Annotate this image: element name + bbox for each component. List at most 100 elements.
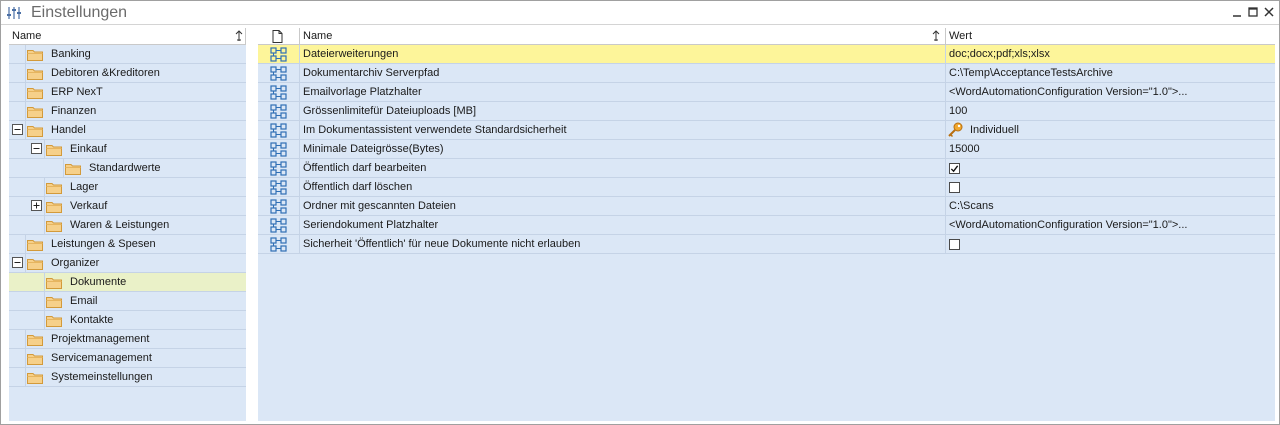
sort-icon[interactable] bbox=[932, 30, 940, 42]
tree-indent-divider bbox=[25, 368, 26, 387]
tree-item[interactable]: Waren & Leistungen bbox=[9, 216, 246, 235]
tree-item[interactable]: Debitoren &Kreditoren bbox=[9, 64, 246, 83]
tree-indent-divider bbox=[25, 121, 26, 140]
row-icon-cell bbox=[258, 235, 300, 254]
folder-icon bbox=[46, 145, 62, 156]
setting-value-cell[interactable] bbox=[946, 159, 1275, 178]
setting-checkbox[interactable] bbox=[949, 163, 960, 174]
tree-item[interactable]: Projektmanagement bbox=[9, 330, 246, 349]
minimize-icon[interactable] bbox=[1230, 5, 1244, 19]
grid-header-name[interactable]: Name bbox=[300, 28, 946, 45]
settings-row[interactable]: Emailvorlage Platzhalter <WordAutomationC… bbox=[258, 83, 1275, 102]
tree-item[interactable]: Email bbox=[9, 292, 246, 311]
settings-window: Einstellungen Name Banking Debitoren &Kre… bbox=[0, 0, 1280, 425]
setting-name-cell[interactable]: Sicherheit 'Öffentlich' für neue Dokumen… bbox=[300, 235, 946, 254]
tree-item-label: Organizer bbox=[51, 257, 100, 269]
property-icon bbox=[270, 161, 287, 176]
tree-item[interactable]: Verkauf bbox=[9, 197, 246, 216]
row-icon-cell bbox=[258, 140, 300, 159]
folder-icon bbox=[46, 297, 62, 308]
tree-item[interactable]: Einkauf bbox=[9, 140, 246, 159]
tree-item-label: Servicemanagement bbox=[51, 352, 152, 364]
setting-name: Sicherheit 'Öffentlich' für neue Dokumen… bbox=[303, 238, 581, 250]
setting-name-cell[interactable]: Ordner mit gescannten Dateien bbox=[300, 197, 946, 216]
tree-indent-divider bbox=[44, 197, 45, 216]
collapse-icon[interactable] bbox=[12, 257, 23, 268]
setting-value: C:\Scans bbox=[949, 200, 994, 212]
tree-rows: Banking Debitoren &Kreditoren ERP NexT Fina… bbox=[9, 45, 246, 387]
setting-value-cell[interactable]: Individuell bbox=[946, 121, 1275, 140]
setting-name-cell[interactable]: Emailvorlage Platzhalter bbox=[300, 83, 946, 102]
grid-header-value[interactable]: Wert bbox=[946, 28, 1275, 45]
close-icon[interactable] bbox=[1262, 5, 1276, 19]
tree-item[interactable]: Lager bbox=[9, 178, 246, 197]
setting-name: Dateierweiterungen bbox=[303, 48, 399, 60]
tree-item[interactable]: Dokumente bbox=[9, 273, 246, 292]
collapse-icon[interactable] bbox=[31, 143, 42, 154]
tree-indent-divider bbox=[25, 64, 26, 83]
setting-value-cell[interactable]: <WordAutomationConfiguration Version="1.… bbox=[946, 216, 1275, 235]
setting-name-cell[interactable]: Öffentlich darf bearbeiten bbox=[300, 159, 946, 178]
settings-row[interactable]: Minimale Dateigrösse(Bytes) 15000 bbox=[258, 140, 1275, 159]
settings-row[interactable]: Seriendokument Platzhalter <WordAutomatio… bbox=[258, 216, 1275, 235]
setting-name: Ordner mit gescannten Dateien bbox=[303, 200, 456, 212]
setting-checkbox[interactable] bbox=[949, 239, 960, 250]
tree-item[interactable]: Standardwerte bbox=[9, 159, 246, 178]
tree-item[interactable]: Handel bbox=[9, 121, 246, 140]
setting-name-cell[interactable]: Öffentlich darf löschen bbox=[300, 178, 946, 197]
setting-value: <WordAutomationConfiguration Version="1.… bbox=[949, 219, 1188, 231]
sort-icon[interactable] bbox=[235, 30, 243, 42]
setting-value-cell[interactable] bbox=[946, 235, 1275, 254]
window-title: Einstellungen bbox=[31, 4, 128, 21]
setting-name-cell[interactable]: Dateierweiterungen bbox=[300, 45, 946, 64]
setting-value-cell[interactable]: C:\Scans bbox=[946, 197, 1275, 216]
settings-row[interactable]: Grössenlimitefür Dateiuploads [MB] 100 bbox=[258, 102, 1275, 121]
settings-row[interactable]: Öffentlich darf löschen bbox=[258, 178, 1275, 197]
folder-icon bbox=[27, 88, 43, 99]
setting-checkbox[interactable] bbox=[949, 182, 960, 193]
settings-row[interactable]: Dokumentarchiv Serverpfad C:\Temp\Accepta… bbox=[258, 64, 1275, 83]
folder-icon bbox=[27, 240, 43, 251]
tree-item[interactable]: Kontakte bbox=[9, 311, 246, 330]
settings-row[interactable]: Dateierweiterungen doc;docx;pdf;xls;xlsx bbox=[258, 45, 1275, 64]
setting-value-cell[interactable]: 15000 bbox=[946, 140, 1275, 159]
tree-indent-divider bbox=[25, 83, 26, 102]
setting-value-cell[interactable]: C:\Temp\AcceptanceTestsArchive bbox=[946, 64, 1275, 83]
setting-value-cell[interactable]: <WordAutomationConfiguration Version="1.… bbox=[946, 83, 1275, 102]
folder-icon bbox=[65, 164, 81, 175]
tree-indent-divider bbox=[25, 102, 26, 121]
setting-name-cell[interactable]: Minimale Dateigrösse(Bytes) bbox=[300, 140, 946, 159]
tree-item[interactable]: Finanzen bbox=[9, 102, 246, 121]
setting-name-cell[interactable]: Dokumentarchiv Serverpfad bbox=[300, 64, 946, 83]
tree-column-header[interactable]: Name bbox=[9, 28, 246, 45]
tree-item[interactable]: Systemeinstellungen bbox=[9, 368, 246, 387]
tree-indent-divider bbox=[44, 273, 45, 292]
folder-icon bbox=[46, 278, 62, 289]
tree-item[interactable]: ERP NexT bbox=[9, 83, 246, 102]
tree-item[interactable]: Servicemanagement bbox=[9, 349, 246, 368]
row-icon-cell bbox=[258, 216, 300, 235]
setting-value-cell[interactable]: doc;docx;pdf;xls;xlsx bbox=[946, 45, 1275, 64]
maximize-icon[interactable] bbox=[1246, 5, 1260, 19]
tree-indent-divider bbox=[44, 311, 45, 330]
tree-item[interactable]: Organizer bbox=[9, 254, 246, 273]
setting-name-cell[interactable]: Im Dokumentassistent verwendete Standard… bbox=[300, 121, 946, 140]
setting-value-cell[interactable]: 100 bbox=[946, 102, 1275, 121]
settings-row[interactable]: Ordner mit gescannten Dateien C:\Scans bbox=[258, 197, 1275, 216]
property-icon bbox=[270, 218, 287, 233]
settings-row[interactable]: Öffentlich darf bearbeiten bbox=[258, 159, 1275, 178]
collapse-icon[interactable] bbox=[12, 124, 23, 135]
expand-icon[interactable] bbox=[31, 200, 42, 211]
tree-item[interactable]: Banking bbox=[9, 45, 246, 64]
setting-name-cell[interactable]: Grössenlimitefür Dateiuploads [MB] bbox=[300, 102, 946, 121]
tree-item-label: Finanzen bbox=[51, 105, 97, 117]
tree-item[interactable]: Leistungen & Spesen bbox=[9, 235, 246, 254]
folder-icon bbox=[27, 126, 43, 137]
settings-row[interactable]: Sicherheit 'Öffentlich' für neue Dokumen… bbox=[258, 235, 1275, 254]
checkmark-icon bbox=[950, 165, 959, 173]
grid-header-icon-column[interactable] bbox=[258, 28, 300, 45]
settings-row[interactable]: Im Dokumentassistent verwendete Standard… bbox=[258, 121, 1275, 140]
tree-item-label: Debitoren &Kreditoren bbox=[51, 67, 160, 79]
setting-name-cell[interactable]: Seriendokument Platzhalter bbox=[300, 216, 946, 235]
setting-value-cell[interactable] bbox=[946, 178, 1275, 197]
